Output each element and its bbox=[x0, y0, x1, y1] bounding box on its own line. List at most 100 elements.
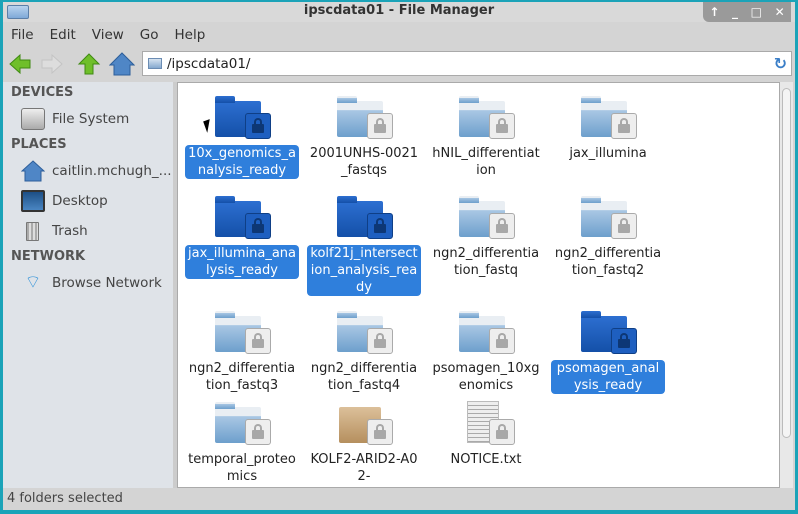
file-icon bbox=[333, 95, 395, 143]
toolbar: /ipscdata01/ ↻ bbox=[3, 48, 795, 80]
lock-icon bbox=[245, 419, 271, 445]
file-icon bbox=[333, 195, 395, 243]
file-icon bbox=[455, 401, 517, 449]
file-name: psomagen_10xgenomics bbox=[432, 361, 540, 393]
lock-icon bbox=[489, 419, 515, 445]
lock-icon bbox=[245, 328, 271, 354]
file-icon bbox=[333, 310, 395, 358]
menu-view[interactable]: View bbox=[84, 23, 132, 47]
file-name: kolf21j_intersection_analysis_ready bbox=[307, 245, 421, 296]
lock-icon bbox=[367, 213, 393, 239]
arrow-right-icon bbox=[41, 53, 63, 75]
menu-help[interactable]: Help bbox=[167, 23, 214, 47]
desktop-icon bbox=[21, 190, 45, 212]
lock-icon bbox=[367, 328, 393, 354]
file-item[interactable]: 2001UNHS-0021_fastqs bbox=[304, 95, 424, 179]
file-name: 2001UNHS-0021_fastqs bbox=[309, 146, 419, 178]
file-name: ngn2_differentiation_fastq3 bbox=[188, 361, 296, 393]
menu-edit[interactable]: Edit bbox=[42, 23, 84, 47]
file-name: jax_illumina_analysis_ready bbox=[185, 245, 299, 279]
minimize-button[interactable]: _ bbox=[732, 3, 738, 21]
file-item[interactable]: psomagen_analysis_ready bbox=[548, 310, 668, 394]
sidebar-item-home[interactable]: caitlin.mchugh_... bbox=[3, 156, 173, 186]
file-icon bbox=[455, 195, 517, 243]
file-name: ngn2_differentiation_fastq bbox=[432, 246, 540, 278]
menu-go[interactable]: Go bbox=[132, 23, 167, 47]
file-item[interactable]: NOTICE.txt bbox=[426, 401, 546, 468]
file-icon bbox=[455, 310, 517, 358]
lock-icon bbox=[489, 328, 515, 354]
file-item[interactable]: ngn2_differentiation_fastq2 bbox=[548, 195, 668, 279]
file-item[interactable]: KOLF2-ARID2-A02- bbox=[304, 401, 424, 485]
arrow-up-icon bbox=[77, 53, 101, 75]
file-icon bbox=[211, 195, 273, 243]
drive-icon bbox=[21, 108, 45, 130]
lock-icon bbox=[245, 213, 271, 239]
lock-icon bbox=[611, 328, 637, 354]
home-icon bbox=[109, 52, 135, 76]
file-icon bbox=[333, 401, 395, 449]
file-item[interactable]: kolf21j_intersection_analysis_ready bbox=[304, 195, 424, 296]
file-icon bbox=[211, 95, 273, 143]
status-bar: 4 folders selected bbox=[3, 488, 795, 510]
file-name: ngn2_differentiation_fastq2 bbox=[554, 246, 662, 278]
file-name: 10x_genomics_analysis_ready bbox=[185, 145, 299, 179]
file-item[interactable]: temporal_proteomics bbox=[182, 401, 302, 485]
file-item[interactable]: ngn2_differentiation_fastq bbox=[426, 195, 546, 279]
file-name: psomagen_analysis_ready bbox=[551, 360, 665, 394]
file-item[interactable]: psomagen_10xgenomics bbox=[426, 310, 546, 394]
location-input[interactable]: /ipscdata01/ bbox=[167, 56, 250, 72]
lock-icon bbox=[489, 113, 515, 139]
vertical-scrollbar[interactable] bbox=[780, 82, 793, 488]
location-bar[interactable]: /ipscdata01/ ↻ bbox=[142, 51, 792, 76]
menu-file[interactable]: File bbox=[3, 23, 42, 47]
sidebar: DEVICES File System PLACES caitlin.mchug… bbox=[3, 82, 173, 488]
places-header: PLACES bbox=[11, 137, 67, 152]
home-icon bbox=[20, 160, 46, 182]
title-bar: ipscdata01 - File Manager ↑ _ □ ✕ bbox=[3, 2, 795, 22]
window-title: ipscdata01 - File Manager bbox=[303, 3, 495, 18]
back-button[interactable] bbox=[7, 52, 33, 76]
sidebar-item-browse-network[interactable]: ⌔ Browse Network bbox=[3, 268, 173, 298]
file-grid: 10x_genomics_analysis_ready 2001UNHS-0021… bbox=[177, 82, 780, 488]
file-item[interactable]: jax_illumina bbox=[548, 95, 668, 162]
lock-icon bbox=[367, 113, 393, 139]
file-icon bbox=[577, 95, 639, 143]
sidebar-item-label: Desktop bbox=[52, 193, 108, 209]
network-header: NETWORK bbox=[11, 249, 86, 264]
file-name: KOLF2-ARID2-A02- bbox=[310, 452, 418, 484]
file-item[interactable]: ngn2_differentiation_fastq4 bbox=[304, 310, 424, 394]
file-name: temporal_proteomics bbox=[188, 452, 296, 484]
sidebar-item-desktop[interactable]: Desktop bbox=[3, 186, 173, 216]
folder-icon bbox=[148, 58, 162, 69]
file-item[interactable]: 10x_genomics_analysis_ready bbox=[182, 95, 302, 179]
sidebar-item-file-system[interactable]: File System bbox=[3, 104, 173, 134]
lock-icon bbox=[489, 213, 515, 239]
file-icon bbox=[455, 95, 517, 143]
forward-button[interactable] bbox=[39, 52, 65, 76]
file-icon bbox=[577, 310, 639, 358]
file-icon bbox=[211, 401, 273, 449]
file-name: jax_illumina bbox=[569, 146, 647, 161]
sidebar-item-trash[interactable]: Trash bbox=[3, 216, 173, 246]
wifi-icon: ⌔ bbox=[24, 272, 42, 293]
trash-icon bbox=[21, 220, 45, 242]
close-button[interactable]: ✕ bbox=[775, 3, 785, 21]
file-item[interactable]: jax_illumina_analysis_ready bbox=[182, 195, 302, 279]
devices-header: DEVICES bbox=[11, 85, 74, 100]
sidebar-item-label: caitlin.mchugh_... bbox=[52, 163, 172, 179]
lock-icon bbox=[611, 213, 637, 239]
menu-bar: File Edit View Go Help bbox=[3, 23, 213, 47]
up-button[interactable] bbox=[76, 52, 102, 76]
scrollbar-thumb[interactable] bbox=[782, 88, 791, 438]
lock-icon bbox=[611, 113, 637, 139]
window-menu-icon[interactable] bbox=[7, 5, 29, 19]
home-button[interactable] bbox=[109, 52, 135, 76]
lock-icon bbox=[245, 113, 271, 139]
file-item[interactable]: hNIL_differentiation bbox=[426, 95, 546, 179]
maximize-button[interactable]: □ bbox=[751, 3, 762, 21]
file-name: hNIL_differentiation bbox=[432, 146, 540, 178]
file-item[interactable]: ngn2_differentiation_fastq3 bbox=[182, 310, 302, 394]
shade-button[interactable]: ↑ bbox=[709, 3, 719, 21]
reload-icon[interactable]: ↻ bbox=[774, 54, 787, 73]
